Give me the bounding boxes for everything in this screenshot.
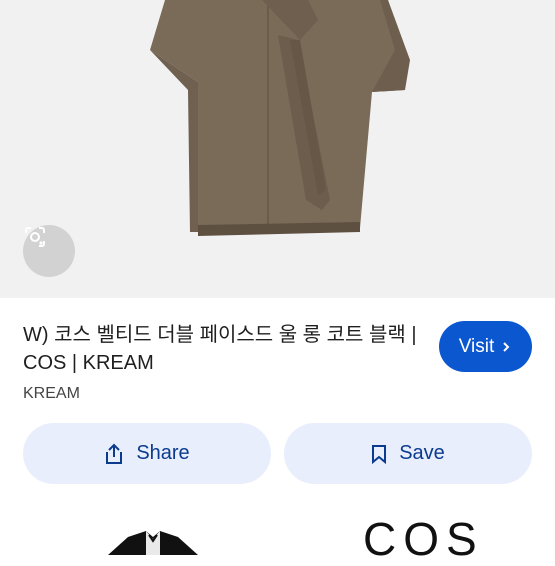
share-icon: [106, 443, 123, 464]
visit-button[interactable]: Visit: [439, 321, 532, 372]
save-button[interactable]: Save: [284, 423, 532, 484]
share-button[interactable]: Share: [23, 423, 271, 484]
black-coat-thumbnail: [108, 531, 198, 555]
share-label: Share: [136, 442, 190, 464]
product-image[interactable]: [0, 0, 555, 298]
related-thumbnail[interactable]: [108, 525, 198, 555]
bookmark-icon: [372, 444, 387, 464]
product-title[interactable]: W) 코스 벨티드 더블 페이스드 울 롱 코트 블랙 | COS | KREA…: [23, 321, 418, 377]
visit-label: Visit: [458, 335, 495, 357]
coat-illustration: [150, 0, 410, 236]
save-label: Save: [399, 442, 445, 464]
lens-button[interactable]: [23, 225, 75, 277]
google-lens-icon: [25, 227, 45, 247]
source-label: KREAM: [23, 385, 80, 402]
chevron-right-icon: [503, 341, 510, 352]
related-brand-logo[interactable]: COS: [363, 512, 484, 566]
